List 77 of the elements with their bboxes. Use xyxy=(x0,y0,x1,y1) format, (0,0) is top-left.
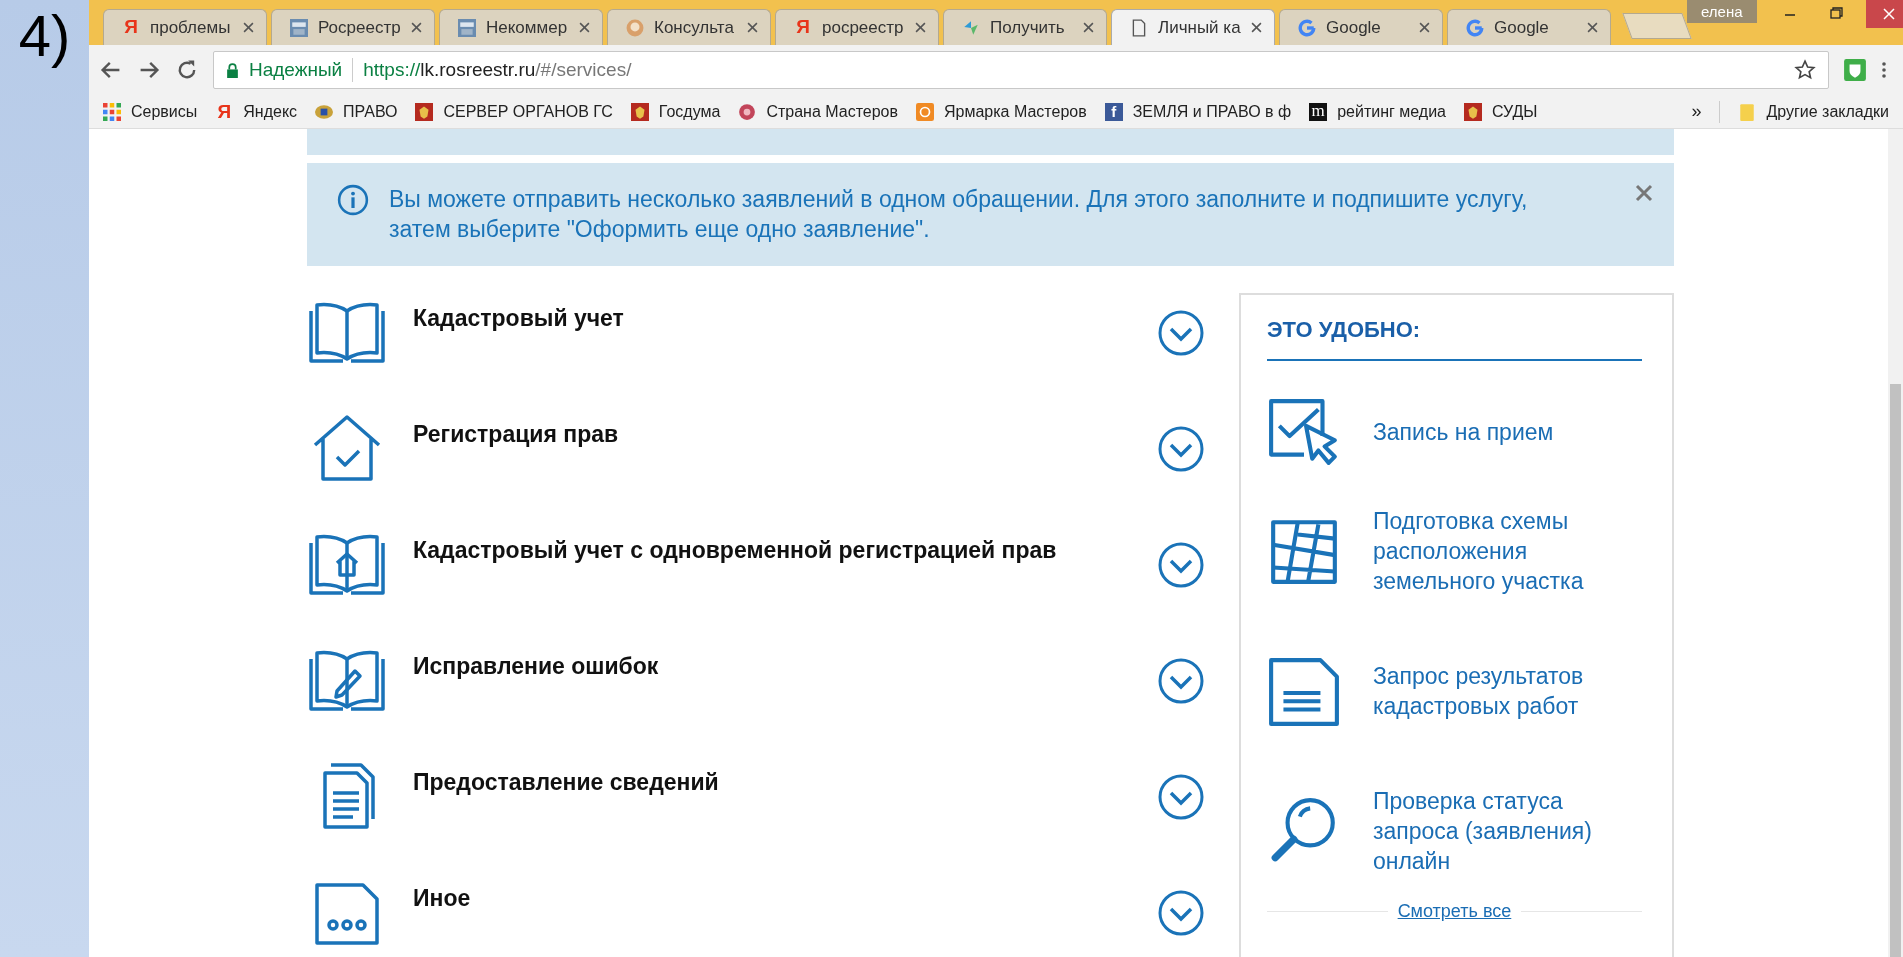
sidebar-link[interactable]: Запись на прием xyxy=(1372,417,1554,447)
star-icon[interactable] xyxy=(1794,59,1816,81)
page-icon xyxy=(1130,18,1148,37)
google-icon xyxy=(1466,18,1484,37)
slide-label: 4) xyxy=(18,4,71,68)
expand-chevron-icon[interactable] xyxy=(1156,889,1205,937)
menu-icon[interactable] xyxy=(1881,60,1887,80)
bookmark[interactable]: Сервисы xyxy=(103,102,198,121)
emblem-icon xyxy=(315,102,334,121)
sidebar-link[interactable]: Подготовка схемы расположения земельного участка xyxy=(1372,506,1642,596)
crest-icon xyxy=(630,102,649,121)
service-title[interactable]: Предоставление сведений xyxy=(413,757,1157,796)
close-icon[interactable] xyxy=(411,22,422,33)
info-icon xyxy=(337,184,369,216)
browser-tab[interactable]: Некоммер xyxy=(439,9,603,45)
bookmark[interactable]: ПРАВО xyxy=(315,102,398,121)
close-icon[interactable] xyxy=(747,22,758,33)
sidebar-link[interactable]: Проверка статуса запроса (заявления) онлайн xyxy=(1372,786,1642,876)
bookmark[interactable]: f ЗЕМЛЯ и ПРАВО в ф xyxy=(1104,102,1292,121)
scrollbar[interactable] xyxy=(1888,129,1903,957)
crest-icon xyxy=(415,102,434,121)
sidebar-link[interactable]: Запрос результатов кадастровых работ xyxy=(1372,661,1642,721)
facebook-icon: f xyxy=(1104,102,1123,121)
bookmark[interactable]: Госдума xyxy=(630,102,721,121)
browser-tab[interactable]: Google xyxy=(1279,9,1443,45)
letter-icon: m xyxy=(1309,102,1328,121)
close-icon[interactable] xyxy=(915,22,926,33)
url-text: https://lk.rosreestr.ru/#/services/ xyxy=(363,59,633,81)
more-bookmarks-button[interactable]: » xyxy=(1691,101,1702,122)
info-message: Вы можете отправить несколько заявлений в одном обращении. Для этого заполните и подпишите услугу, затем выберите "Оформить еще одно заявление". xyxy=(389,185,1529,244)
bookmark[interactable]: СЕРВЕР ОРГАНОВ ГС xyxy=(415,102,613,121)
service-title[interactable]: Кадастровый учет с одновременной регистрацией прав xyxy=(413,525,1157,564)
service-title[interactable]: Регистрация прав xyxy=(413,409,1157,448)
yandex-icon: Я xyxy=(215,102,234,121)
service-title[interactable]: Кадастровый учет xyxy=(413,293,1157,332)
thumbnail-icon xyxy=(458,18,476,37)
browser-tab[interactable]: Получить xyxy=(943,9,1107,45)
close-icon[interactable] xyxy=(1634,183,1654,203)
browser-tab[interactable]: Личный ка xyxy=(1111,9,1275,45)
close-icon[interactable] xyxy=(579,22,590,33)
close-icon[interactable] xyxy=(1419,22,1430,33)
crest-icon xyxy=(1464,102,1482,121)
folder-icon xyxy=(1738,102,1757,121)
bookmark[interactable]: Страна Мастеров xyxy=(738,102,898,121)
close-icon[interactable] xyxy=(243,22,254,33)
bookmark[interactable]: Я Яндекс xyxy=(215,102,298,121)
service-title[interactable]: Иное xyxy=(413,873,1157,912)
service-title[interactable]: Исправление ошибок xyxy=(413,641,1157,680)
avatar-icon xyxy=(626,18,644,37)
thumbnail-icon xyxy=(290,18,308,37)
shield-icon[interactable] xyxy=(1843,58,1867,82)
sidebar-title: ЭТО УДОБНО: xyxy=(1266,317,1642,361)
close-icon[interactable] xyxy=(1251,22,1262,33)
see-all-link[interactable]: Смотреть все xyxy=(1397,901,1512,922)
browser-tab[interactable]: Росреестр xyxy=(271,9,435,45)
bookmark[interactable]: Ярмарка Мастеров xyxy=(916,102,1087,121)
lock-icon xyxy=(226,62,239,78)
secure-label: Надежный xyxy=(249,59,343,81)
yandex-icon: Я xyxy=(794,17,812,38)
expand-chevron-icon[interactable] xyxy=(1156,657,1205,705)
expand-chevron-icon[interactable] xyxy=(1156,425,1205,473)
other-bookmarks-folder[interactable]: Другие закладки xyxy=(1738,102,1889,121)
browser-tab[interactable]: Google xyxy=(1447,9,1611,45)
address-bar[interactable]: Надежный https://lk.rosreestr.ru/#/services/ xyxy=(213,51,1829,89)
close-icon[interactable] xyxy=(1587,22,1598,33)
yandex-icon: Я xyxy=(122,17,140,38)
bookmark[interactable]: СУДЫ xyxy=(1464,102,1538,121)
expand-chevron-icon[interactable] xyxy=(1156,309,1205,357)
google-icon xyxy=(1298,18,1316,37)
close-icon[interactable] xyxy=(1083,22,1094,33)
browser-tab[interactable]: Я проблемы xyxy=(103,9,267,45)
apps-grid-icon xyxy=(103,102,121,121)
expand-chevron-icon[interactable] xyxy=(1156,773,1205,821)
expand-chevron-icon[interactable] xyxy=(1156,541,1205,589)
bookmark[interactable]: m рейтинг медиа xyxy=(1309,102,1446,121)
browser-tab[interactable]: Я росреестр xyxy=(775,9,939,45)
browser-tab[interactable]: Консульта xyxy=(607,9,771,45)
